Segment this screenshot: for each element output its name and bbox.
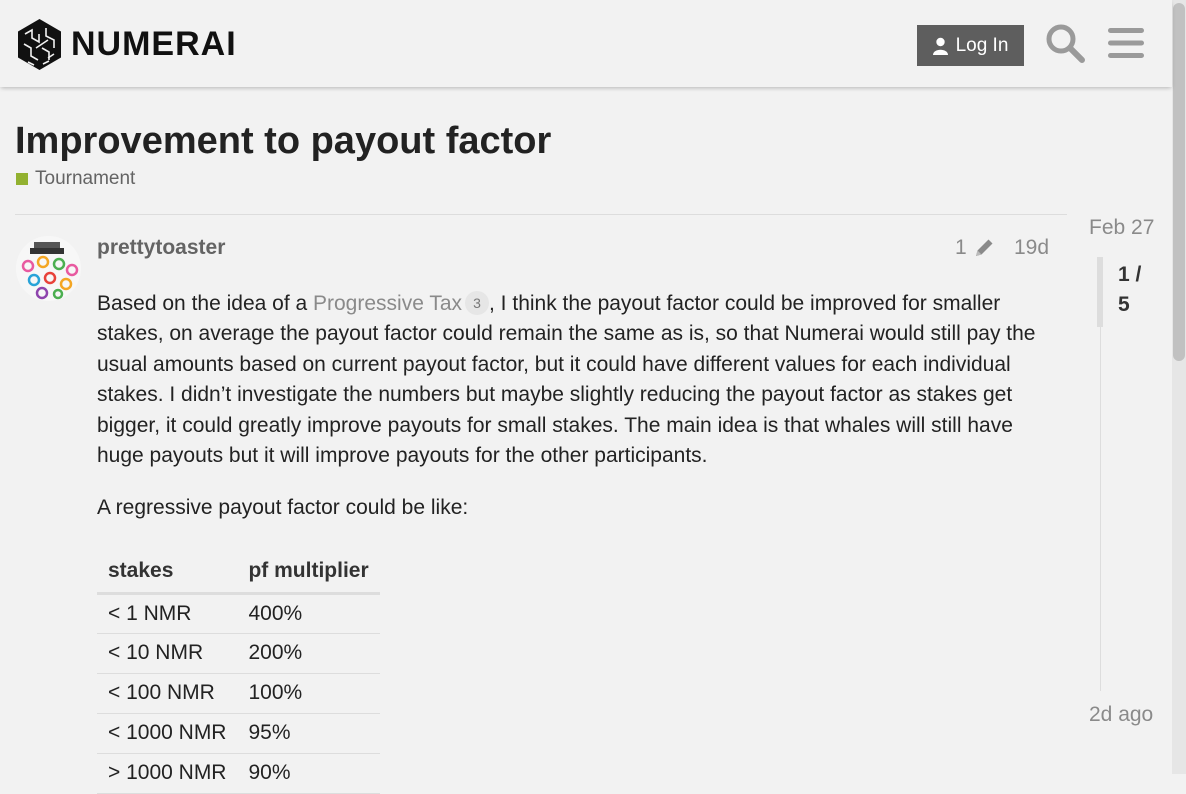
search-button[interactable]: [1044, 22, 1086, 64]
table-header-row: stakes pf multiplier: [97, 551, 380, 595]
post-body: Based on the idea of a Progressive Tax 3,…: [97, 289, 1057, 546]
site-logo[interactable]: NUMERAI: [16, 18, 237, 71]
topic-divider: [15, 214, 1067, 215]
paragraph-text: , I think the payout factor could be imp…: [97, 292, 1036, 468]
edit-count: 1: [955, 236, 967, 259]
timeline-position: 1 / 5: [1118, 263, 1142, 316]
numerai-logo-icon: [18, 19, 61, 70]
post-paragraph: Based on the idea of a Progressive Tax 3,…: [97, 289, 1057, 471]
hamburger-menu-icon: [1108, 28, 1144, 58]
logo-text: NUMERAI: [71, 25, 237, 63]
table-row: < 10 NMR 200%: [97, 633, 380, 674]
hamburger-menu-button[interactable]: [1106, 22, 1146, 64]
table-row: > 1000 NMR 90%: [97, 753, 380, 794]
post-username[interactable]: prettytoaster: [97, 236, 225, 260]
login-button[interactable]: Log In: [917, 25, 1024, 66]
edit-history-button[interactable]: 1: [955, 236, 995, 260]
table-cell: < 1000 NMR: [97, 713, 238, 754]
table-row: < 100 NMR 100%: [97, 673, 380, 714]
user-icon: [932, 37, 948, 55]
table-cell: 100%: [237, 673, 380, 714]
table-cell: 200%: [237, 633, 380, 674]
timeline-handle[interactable]: [1097, 257, 1103, 327]
timeline-end-label[interactable]: 2d ago: [1089, 703, 1153, 727]
timeline-start-date[interactable]: Feb 27: [1089, 216, 1154, 240]
table-cell: < 1 NMR: [97, 593, 238, 634]
login-label: Log In: [955, 34, 1009, 56]
category-color-swatch: [16, 173, 28, 185]
avatar-image: [16, 236, 81, 301]
topic-title[interactable]: Improvement to payout factor: [15, 120, 551, 163]
progressive-tax-link[interactable]: Progressive Tax: [313, 292, 462, 315]
pencil-icon: [975, 239, 993, 256]
link-click-count: 3: [465, 291, 490, 315]
post-paragraph: A regressive payout factor could be like…: [97, 496, 469, 520]
search-icon: [1046, 24, 1085, 63]
table-header-cell: pf multiplier: [237, 551, 380, 595]
table-cell: < 100 NMR: [97, 673, 238, 714]
category-label: Tournament: [35, 168, 136, 189]
table-cell: 90%: [237, 753, 380, 794]
avatar[interactable]: [16, 236, 81, 301]
table-header-cell: stakes: [97, 551, 238, 595]
post-date[interactable]: 19d: [1014, 236, 1049, 260]
table-cell: 95%: [237, 713, 380, 754]
paragraph-text: Based on the idea of a: [97, 292, 313, 315]
page-scrollbar-thumb[interactable]: [1173, 3, 1185, 361]
table-cell: > 1000 NMR: [97, 753, 238, 794]
category-badge[interactable]: Tournament: [16, 168, 135, 190]
site-header: NUMERAI Log In: [0, 0, 1172, 87]
table-row: < 1 NMR 400%: [97, 593, 380, 634]
payout-factor-table: stakes pf multiplier < 1 NMR 400% < 10 N…: [97, 551, 380, 794]
table-row: < 1000 NMR 95%: [97, 713, 380, 754]
table-cell: 400%: [237, 593, 380, 634]
table-cell: < 10 NMR: [97, 633, 238, 674]
